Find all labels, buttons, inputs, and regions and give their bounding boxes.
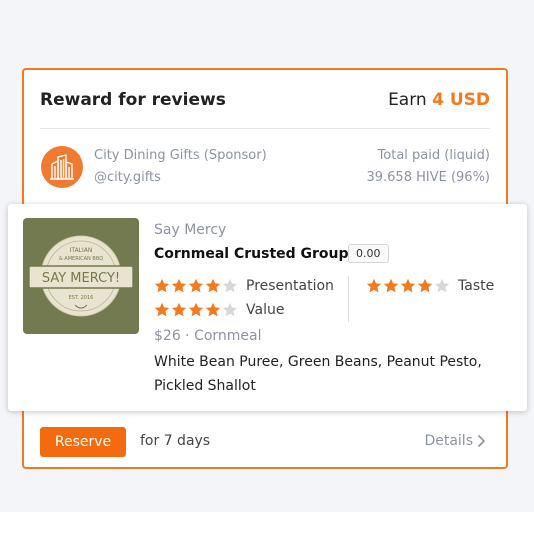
star-empty-icon bbox=[222, 278, 238, 293]
rating-taste: Taste bbox=[366, 278, 494, 294]
star-rating bbox=[154, 302, 238, 318]
star-filled-icon bbox=[154, 278, 170, 293]
score-badge: 0.00 bbox=[348, 244, 389, 263]
star-filled-icon bbox=[383, 278, 399, 293]
rating-label: Presentation bbox=[246, 278, 334, 294]
star-filled-icon bbox=[417, 278, 433, 293]
logo-main-text: SAY MERCY! bbox=[42, 271, 120, 286]
rating-presentation: Presentation bbox=[154, 278, 334, 294]
city-buildings-icon bbox=[50, 154, 74, 180]
reward-title: Reward for reviews bbox=[40, 90, 226, 110]
restaurant-name[interactable]: Say Mercy bbox=[154, 222, 226, 238]
divider bbox=[40, 128, 490, 129]
details-link[interactable]: Details bbox=[424, 433, 486, 449]
reserve-button[interactable]: Reserve bbox=[40, 427, 126, 457]
star-empty-icon bbox=[434, 278, 450, 293]
sponsor-handle[interactable]: @city.gifts bbox=[94, 170, 161, 185]
star-filled-icon bbox=[188, 278, 204, 293]
star-filled-icon bbox=[171, 302, 187, 317]
total-paid-value: 39.658 HIVE (96%) bbox=[366, 170, 490, 185]
price-category: $26 · Cornmeal bbox=[154, 328, 262, 344]
star-filled-icon bbox=[188, 302, 204, 317]
star-rating bbox=[366, 278, 450, 294]
star-empty-icon bbox=[222, 302, 238, 317]
dish-description: White Bean Puree, Green Beans, Peanut Pe… bbox=[154, 354, 482, 394]
star-filled-icon bbox=[205, 278, 221, 293]
star-filled-icon bbox=[400, 278, 416, 293]
restaurant-logo: ITALIAN & AMERICAN BBQ SAY MERCY! EST. 2… bbox=[23, 218, 139, 334]
star-filled-icon bbox=[171, 278, 187, 293]
dish-card[interactable]: ITALIAN & AMERICAN BBQ SAY MERCY! EST. 2… bbox=[8, 204, 527, 411]
star-filled-icon bbox=[205, 302, 221, 317]
details-label: Details bbox=[424, 433, 473, 449]
dish-name[interactable]: Cornmeal Crusted Grouper bbox=[154, 246, 365, 262]
earn-value: 4 USD bbox=[432, 90, 490, 110]
star-filled-icon bbox=[366, 278, 382, 293]
rating-divider bbox=[348, 276, 349, 322]
chevron-right-icon bbox=[477, 434, 486, 448]
earn-label: Earn bbox=[388, 90, 427, 110]
rating-label: Value bbox=[246, 302, 285, 318]
earn-amount: Earn 4 USD bbox=[388, 90, 490, 110]
total-paid-label: Total paid (liquid) bbox=[377, 148, 490, 163]
sponsor-avatar[interactable] bbox=[41, 146, 83, 188]
rating-value: Value bbox=[154, 302, 284, 318]
reservation-duration: for 7 days bbox=[140, 433, 211, 449]
rating-label: Taste bbox=[458, 278, 495, 294]
sponsor-name[interactable]: City Dining Gifts (Sponsor) bbox=[94, 148, 267, 163]
logo-sub-line: & AMERICAN BBQ bbox=[59, 256, 103, 262]
logo-est-line: EST. 2016 bbox=[69, 295, 94, 301]
star-rating bbox=[154, 278, 238, 294]
logo-top-line: ITALIAN bbox=[70, 247, 93, 254]
star-filled-icon bbox=[154, 302, 170, 317]
